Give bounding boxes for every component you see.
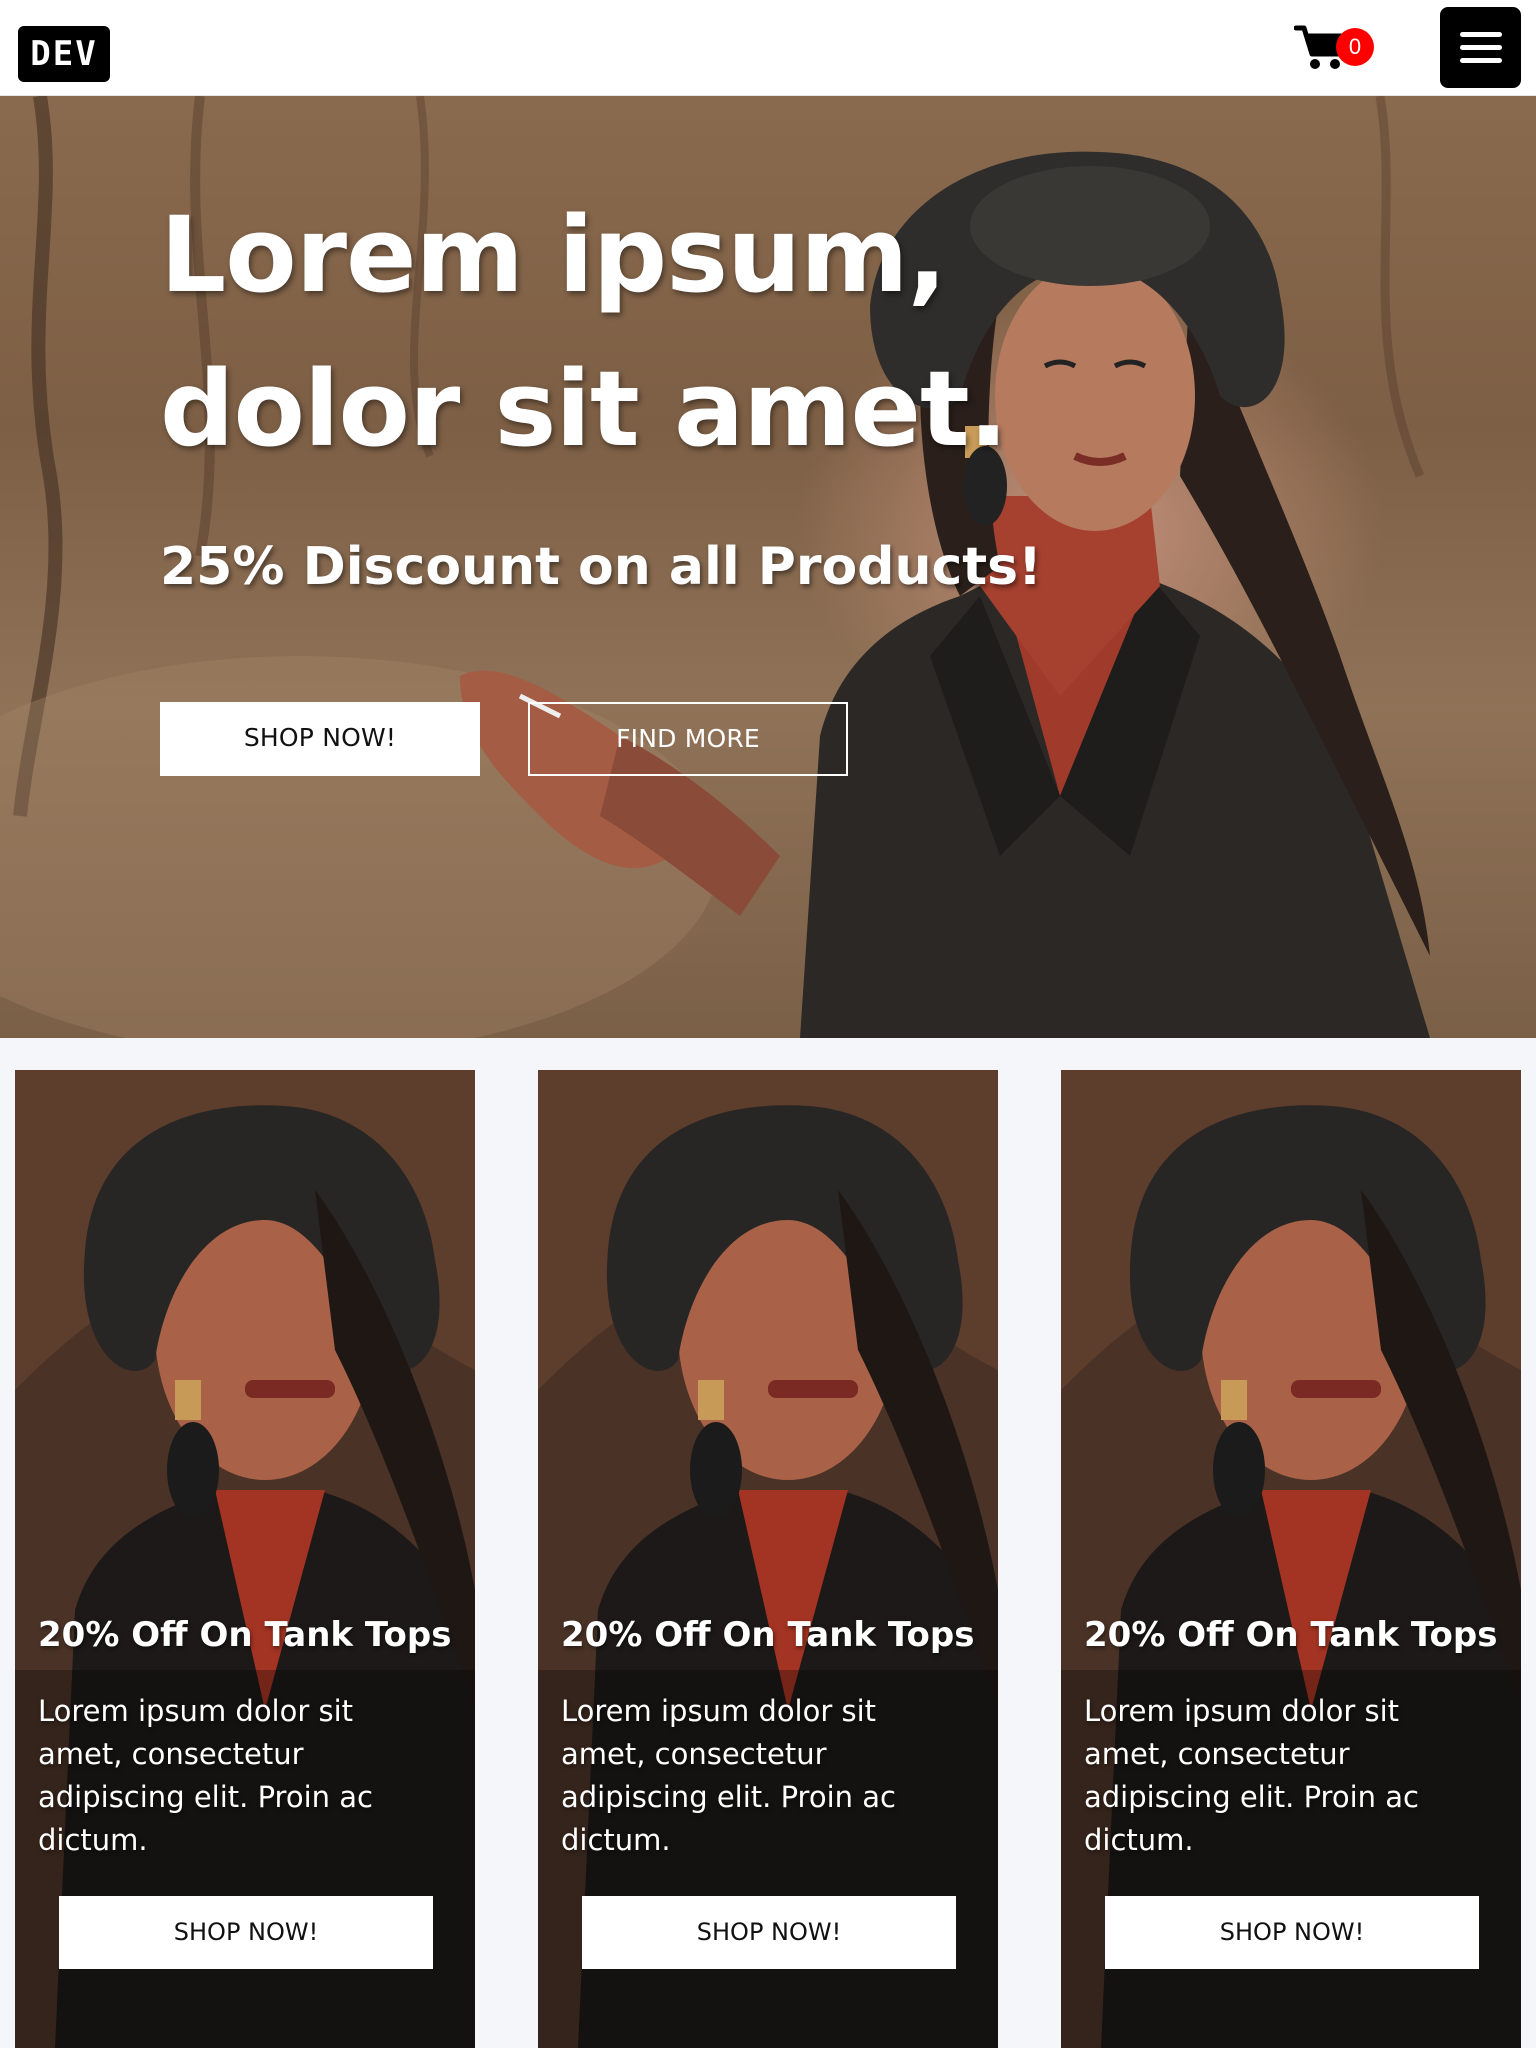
hamburger-menu-icon [1460, 32, 1502, 37]
card-shop-now-button[interactable]: SHOP NOW! [1105, 1896, 1479, 1969]
card-shop-now-button[interactable]: SHOP NOW! [582, 1896, 956, 1969]
product-card: 20% Off On Tank Tops Lorem ipsum dolor s… [538, 1070, 998, 2048]
product-card: 20% Off On Tank Tops Lorem ipsum dolor s… [1061, 1070, 1521, 2048]
product-card: 20% Off On Tank Tops Lorem ipsum dolor s… [15, 1070, 475, 2048]
hero-banner: Lorem ipsum, dolor sit amet. 25% Discoun… [0, 96, 1536, 1038]
hero-find-more-button[interactable]: FIND MORE [528, 702, 848, 776]
hero-title-line-2: dolor sit amet. [160, 348, 1008, 470]
hamburger-menu-icon-bar [1460, 45, 1502, 50]
card-description: Lorem ipsum dolor sit amet, consectetur … [38, 1694, 373, 1857]
card-title: 20% Off On Tank Tops [1084, 1615, 1498, 1655]
card-title: 20% Off On Tank Tops [561, 1615, 975, 1655]
card-description: Lorem ipsum dolor sit amet, consectetur … [1084, 1694, 1419, 1857]
cart-button[interactable]: 0 [1290, 20, 1380, 76]
hero-title: Lorem ipsum, dolor sit amet. [160, 178, 1060, 486]
hero-shop-now-button[interactable]: SHOP NOW! [160, 702, 480, 776]
card-shop-now-button[interactable]: SHOP NOW! [59, 1896, 433, 1969]
top-navbar: DEV 0 [0, 0, 1536, 96]
card-description: Lorem ipsum dolor sit amet, consectetur … [561, 1694, 896, 1857]
dev-logo[interactable]: DEV [18, 26, 110, 82]
hamburger-menu-button[interactable] [1440, 7, 1521, 88]
hamburger-menu-icon-bar [1460, 58, 1502, 63]
card-title: 20% Off On Tank Tops [38, 1615, 452, 1655]
cart-count-badge: 0 [1336, 28, 1374, 66]
hero-discount-text: 25% Discount on all Products! [160, 537, 1042, 597]
hero-title-line-1: Lorem ipsum, [160, 194, 947, 316]
